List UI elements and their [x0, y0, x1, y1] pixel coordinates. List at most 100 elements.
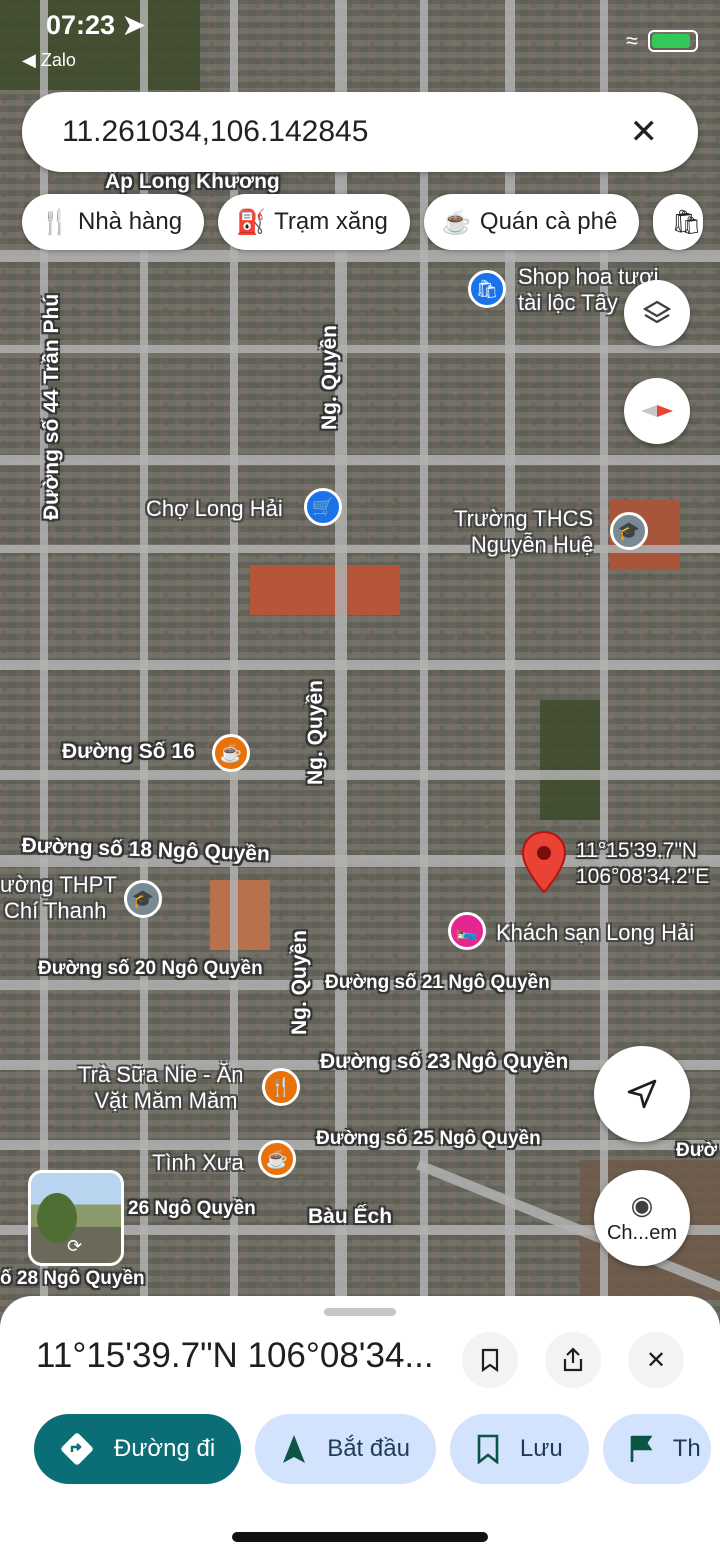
close-icon[interactable]: ✕	[630, 112, 659, 152]
battery-icon	[648, 30, 698, 52]
search-query[interactable]: 11.261034,106.142845	[62, 115, 630, 149]
save-button[interactable]	[462, 1332, 518, 1388]
camera-search-button[interactable]: ◉ Ch...em	[594, 1170, 690, 1266]
flag-icon	[630, 1435, 653, 1462]
pin-coordinates: 11°15'39.7"N 106°08'34.2"E	[576, 838, 709, 891]
place-bottom-sheet[interactable]: 11°15'39.7"N 106°08'34... ✕ Đường đi Bắt…	[0, 1296, 720, 1557]
school-icon[interactable]: 🎓	[124, 880, 162, 918]
navigation-arrow-icon	[283, 1435, 306, 1463]
street-label: Đườ	[676, 1140, 717, 1161]
street-label: 26 Ngô Quyền	[128, 1198, 256, 1219]
camera-label: Ch...em	[606, 1221, 678, 1244]
chip-coffee[interactable]: ☕ Quán cà phê	[423, 194, 640, 250]
bookmark-icon	[481, 1348, 499, 1372]
compass-button[interactable]	[624, 378, 690, 444]
bookmark-icon	[477, 1434, 499, 1464]
road	[0, 545, 720, 553]
directions-button[interactable]: Đường đi	[34, 1414, 242, 1484]
street-label: Đường số 23 Ngô Quyền	[320, 1050, 569, 1073]
navigation-arrow-icon	[627, 1079, 657, 1109]
street-label: ố 28 Ngô Quyền	[0, 1268, 145, 1289]
hotel-icon[interactable]: 🛌	[448, 912, 486, 950]
poi-name-line: Chí Thanh	[4, 898, 107, 924]
rotate-360-icon: ⟳	[67, 1236, 83, 1256]
chip-gas-stations[interactable]: ⛽ Trạm xăng	[218, 194, 410, 250]
coffee-icon: ☕	[441, 208, 472, 236]
layers-button[interactable]	[624, 280, 690, 346]
chip-label: Trạm xăng	[274, 208, 388, 235]
road	[0, 345, 720, 353]
pin-longitude: 106°08'34.2"E	[576, 865, 710, 889]
action-label: Đường đi	[114, 1435, 216, 1462]
poi-label[interactable]: Trà Sữa Nie - Ăn Vặt Măm Măm	[78, 1062, 244, 1115]
chip-shopping[interactable]: 🛍	[653, 194, 704, 250]
street-view-thumbnail[interactable]: ⟳	[28, 1170, 124, 1266]
poi-label[interactable]: Khách sạn Long Hải	[496, 920, 694, 946]
street-label: Ng. Quyền	[288, 929, 311, 1035]
chip-label: Nhà hàng	[78, 208, 183, 235]
road	[0, 250, 720, 262]
chip-restaurants[interactable]: 🍴 Nhà hàng	[22, 194, 205, 250]
street-label: Đường số 44 Trần Phú	[40, 293, 63, 520]
search-bar[interactable]: 11.261034,106.142845 ✕	[22, 92, 698, 172]
share-icon	[563, 1347, 583, 1372]
street-label: Ấp Long Khương	[105, 170, 280, 193]
shopping-cart-icon[interactable]: 🛒	[304, 488, 342, 526]
poi-label[interactable]: Trường THCS Nguyễn Huệ	[454, 506, 593, 559]
my-location-button[interactable]	[594, 1046, 690, 1142]
street-label: Ng. Quyền	[318, 324, 341, 430]
coffee-icon[interactable]: ☕	[212, 734, 250, 772]
compass-icon	[641, 405, 673, 417]
street-label: Đường số 20 Ngô Quyền	[38, 958, 263, 979]
coffee-icon[interactable]: ☕	[258, 1140, 296, 1178]
save-place-button[interactable]: Lưu	[449, 1414, 589, 1484]
street-label: Đường số 25 Ngô Quyền	[316, 1128, 541, 1149]
poi-label[interactable]: Chợ Long Hải	[146, 496, 283, 522]
wifi-icon: ≈	[625, 28, 638, 53]
street-label: Bàu Ếch	[308, 1205, 393, 1228]
status-time: 07:23 ➤	[46, 10, 145, 41]
gas-station-icon: ⛽	[236, 208, 266, 236]
start-button[interactable]: Bắt đầu	[255, 1414, 436, 1484]
action-label: Lưu	[519, 1435, 563, 1462]
directions-icon	[61, 1433, 93, 1465]
poi-label[interactable]: ường THPT Chí Thanh	[0, 872, 117, 925]
share-button[interactable]	[545, 1332, 601, 1388]
action-label: Bắt đầu	[327, 1435, 410, 1462]
street-label: Đường Số 16	[62, 740, 195, 763]
vegetation-area	[540, 700, 600, 820]
action-label: Th	[672, 1435, 701, 1462]
poi-name-line: Trường THCS	[454, 506, 594, 531]
chip-label: Quán cà phê	[479, 208, 618, 235]
pin-latitude: 11°15'39.7"N	[576, 839, 698, 862]
close-button[interactable]: ✕	[628, 1332, 684, 1388]
street-label: Đường số 21 Ngô Quyền	[325, 972, 550, 993]
place-title: 11°15'39.7"N 106°08'34...	[36, 1336, 434, 1375]
restaurant-icon: 🍴	[40, 208, 70, 236]
road	[0, 455, 720, 465]
restaurant-icon[interactable]: 🍴	[262, 1068, 300, 1106]
status-bar: 07:23 ➤ ◀ Zalo ≈	[0, 0, 720, 80]
close-icon: ✕	[645, 1346, 667, 1374]
sheet-grabber[interactable]	[324, 1308, 396, 1316]
shopping-bag-icon[interactable]: 🛍	[468, 270, 506, 308]
road	[0, 770, 720, 780]
time-text: 07:23	[46, 10, 116, 40]
road	[0, 660, 720, 670]
status-icons: ≈	[626, 28, 698, 54]
shopping-icon: 🛍	[671, 208, 702, 236]
poi-name-line: Vặt Măm Măm	[94, 1088, 238, 1114]
school-building	[210, 880, 270, 950]
market-roof	[250, 565, 400, 615]
poi-name-line: Nguyễn Huệ	[470, 532, 594, 558]
poi-name-line: Trà Sữa Nie - Ăn	[78, 1062, 244, 1087]
poi-label[interactable]: Tình Xưa	[152, 1150, 244, 1176]
label-button[interactable]: Th	[602, 1414, 711, 1484]
action-buttons: Đường đi Bắt đầu Lưu Th	[34, 1414, 711, 1484]
school-icon[interactable]: 🎓	[610, 512, 648, 550]
street-label: Ng. Quyền	[304, 679, 327, 785]
camera-icon: ◉	[630, 1189, 654, 1220]
category-chips: 🍴 Nhà hàng ⛽ Trạm xăng ☕ Quán cà phê 🛍	[22, 194, 704, 250]
back-to-app-link[interactable]: ◀ Zalo	[22, 50, 76, 71]
location-pin-icon[interactable]	[520, 830, 568, 896]
